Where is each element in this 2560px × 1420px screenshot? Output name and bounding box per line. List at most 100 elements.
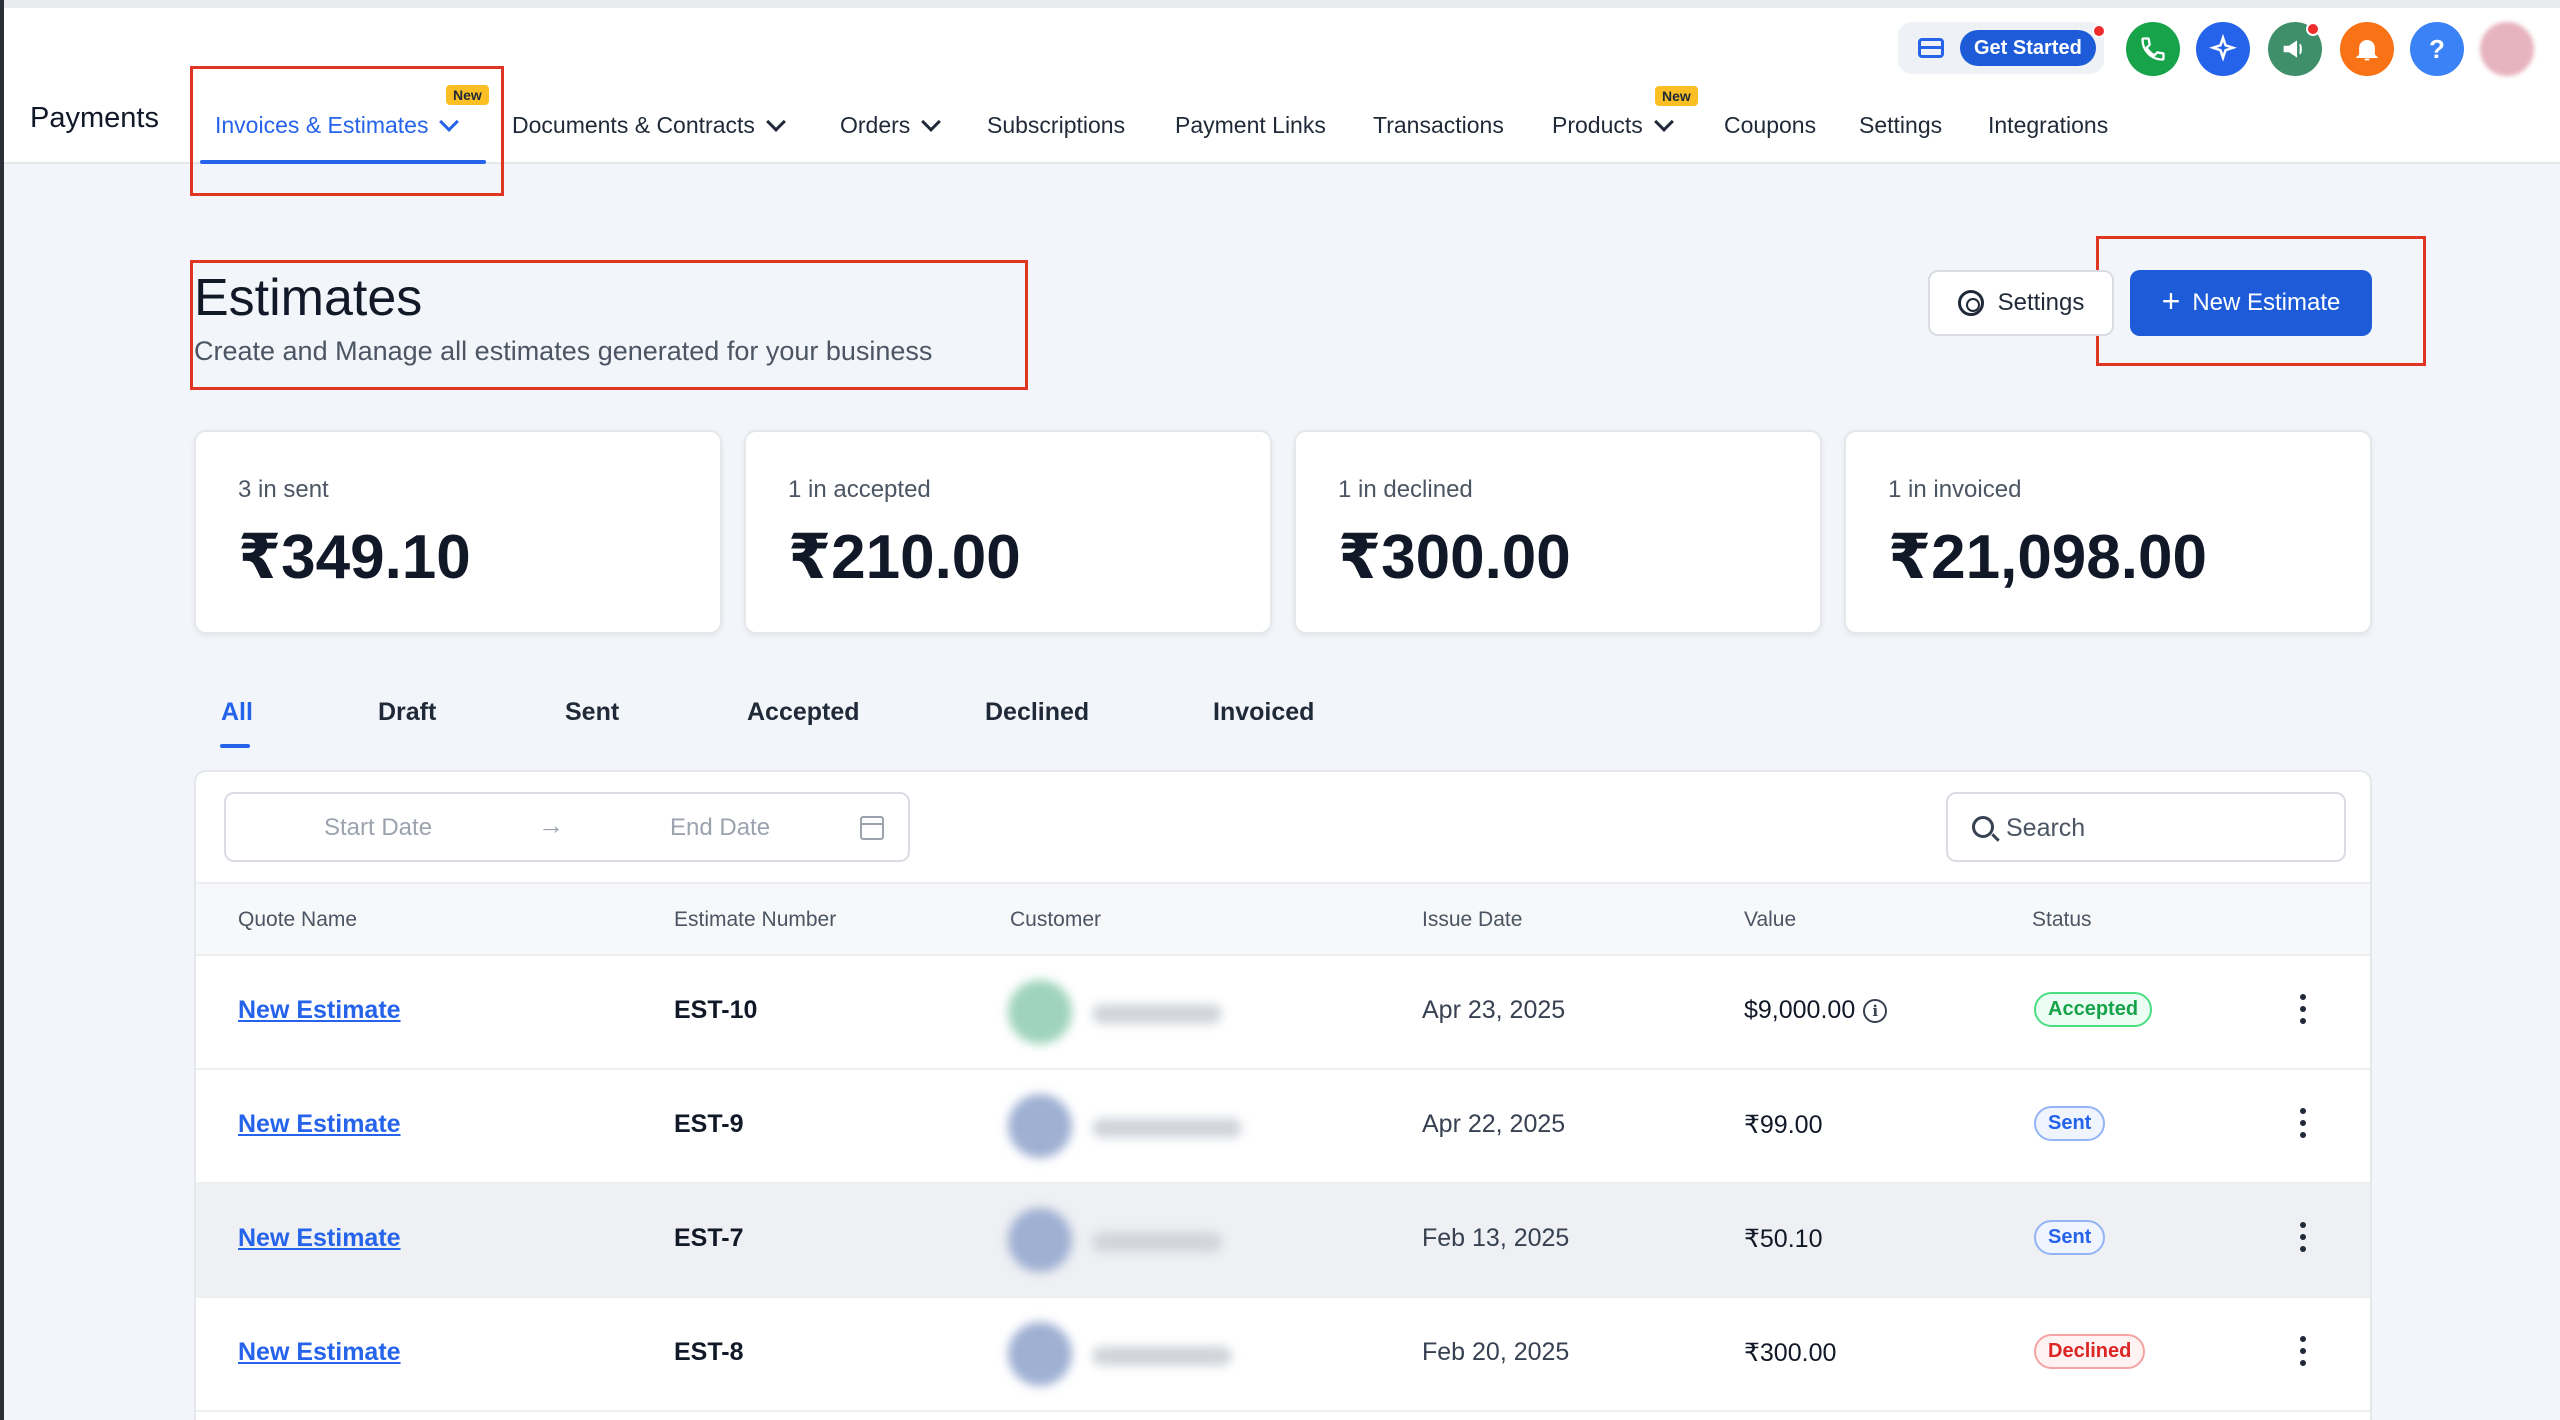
tab-declined[interactable]: Declined <box>985 698 1089 727</box>
settings-label: Settings <box>1997 289 2085 316</box>
quote-name-link[interactable]: New Estimate <box>238 1338 401 1367</box>
column-header[interactable]: Estimate Number <box>674 908 836 932</box>
phone-icon <box>2141 37 2165 61</box>
nav-payment-links[interactable]: Payment Links <box>1175 112 1326 139</box>
quote-name-link[interactable]: New Estimate <box>238 996 401 1025</box>
page-subtitle: Create and Manage all estimates generate… <box>194 336 933 366</box>
nav-products[interactable]: Products <box>1552 111 1674 139</box>
tab-sent[interactable]: Sent <box>565 698 619 727</box>
stat-label: 1 in invoiced <box>1888 476 2022 503</box>
info-icon[interactable]: i <box>1863 998 1888 1023</box>
highlight-nav-invoices <box>190 66 504 196</box>
date-range-picker[interactable]: Start Date → End Date <box>224 792 910 862</box>
sparkle-icon <box>2209 34 2237 62</box>
tab-invoiced[interactable]: Invoiced <box>1213 698 1314 727</box>
column-header[interactable]: Customer <box>1010 908 1101 932</box>
get-started-widget[interactable]: Get Started <box>1898 22 2106 74</box>
stat-card-accepted: 1 in accepted ₹210.00 <box>744 430 1272 634</box>
status-badge: Sent <box>2034 1220 2106 1255</box>
app-title: Payments <box>30 102 159 134</box>
megaphone-icon <box>2283 40 2302 58</box>
nav-label: Subscriptions <box>987 112 1126 138</box>
nav-label: Integrations <box>1988 112 2109 138</box>
nav-label: Transactions <box>1373 112 1504 138</box>
estimate-value: ₹99.00 <box>1744 1111 1823 1139</box>
phone-button[interactable] <box>2126 22 2180 76</box>
quote-name-link[interactable]: New Estimate <box>238 1224 401 1253</box>
tab-all[interactable]: All <box>221 698 253 727</box>
nav-coupons[interactable]: Coupons <box>1724 112 1816 139</box>
stat-card-invoiced: 1 in invoiced ₹21,098.00 <box>1844 430 2372 634</box>
get-started-button[interactable]: Get Started <box>1960 30 2096 66</box>
nav-label: Coupons <box>1724 112 1817 138</box>
start-date-input[interactable]: Start Date <box>324 814 432 842</box>
column-header[interactable]: Value <box>1744 908 1796 932</box>
issue-date: Apr 23, 2025 <box>1422 996 1566 1024</box>
customer-name-redacted <box>1092 1118 1242 1138</box>
table-row[interactable]: New Estimate EST-9 Apr 22, 2025 ₹99.00 S… <box>196 1070 2370 1184</box>
more-vertical-icon[interactable] <box>2300 1222 2306 1252</box>
stat-label: 1 in declined <box>1338 476 1473 503</box>
bell-icon <box>2355 39 2379 61</box>
window-left-edge <box>0 0 4 1420</box>
tab-accepted[interactable]: Accepted <box>747 698 860 727</box>
calendar-icon[interactable] <box>860 816 884 840</box>
tab-draft[interactable]: Draft <box>378 698 436 727</box>
active-tab-indicator <box>220 744 250 748</box>
customer-avatar <box>1008 980 1072 1044</box>
more-vertical-icon[interactable] <box>2300 994 2306 1024</box>
nav-settings[interactable]: Settings <box>1859 112 1942 139</box>
stat-value: ₹349.10 <box>238 523 471 592</box>
notifications-button[interactable] <box>2340 22 2394 76</box>
chevron-down-icon <box>1653 111 1674 132</box>
help-button[interactable]: ? <box>2410 22 2464 76</box>
notification-dot <box>2306 22 2320 36</box>
chevron-down-icon <box>921 111 942 132</box>
new-estimate-label: New Estimate <box>2192 289 2341 316</box>
nav-subscriptions[interactable]: Subscriptions <box>987 112 1125 139</box>
stat-label: 3 in sent <box>238 476 329 503</box>
customer-avatar <box>1008 1322 1072 1386</box>
card-icon <box>1918 38 1944 58</box>
column-header[interactable]: Status <box>2032 908 2092 932</box>
new-estimate-button[interactable]: + New Estimate <box>2130 270 2372 336</box>
table-row[interactable]: New Estimate EST-8 Feb 20, 2025 ₹300.00 … <box>196 1298 2370 1412</box>
issue-date: Feb 20, 2025 <box>1422 1338 1570 1366</box>
stat-label: 1 in accepted <box>788 476 931 503</box>
plus-icon: + <box>2161 282 2181 319</box>
user-avatar[interactable] <box>2480 22 2534 76</box>
table-row[interactable]: New Estimate EST-10 Apr 23, 2025 $9,000.… <box>196 956 2370 1070</box>
chevron-down-icon <box>765 111 786 132</box>
table-row[interactable]: New Estimate EST-7 Feb 13, 2025 ₹50.10 S… <box>196 1184 2370 1298</box>
nav-transactions[interactable]: Transactions <box>1373 112 1504 139</box>
nav-label: Settings <box>1859 112 1943 138</box>
settings-button[interactable]: Settings <box>1928 270 2114 336</box>
nav-label: Products <box>1552 112 1643 138</box>
nav-label: Orders <box>840 112 911 138</box>
column-header[interactable]: Quote Name <box>238 908 357 932</box>
nav-orders[interactable]: Orders <box>840 111 942 139</box>
estimate-number: EST-9 <box>674 1110 744 1138</box>
nav-integrations[interactable]: Integrations <box>1988 112 2108 139</box>
estimates-table-panel: Start Date → End Date Search Quote Name … <box>194 770 2372 1420</box>
nav-documents-contracts[interactable]: Documents & Contracts <box>512 111 786 139</box>
help-icon: ? <box>2429 33 2445 64</box>
end-date-input[interactable]: End Date <box>670 814 770 842</box>
customer-name-redacted <box>1092 1004 1222 1024</box>
quote-name-link[interactable]: New Estimate <box>238 1110 401 1139</box>
window-top-edge <box>0 0 2560 8</box>
ai-assistant-button[interactable] <box>2196 22 2250 76</box>
column-header[interactable]: Issue Date <box>1422 908 1522 932</box>
estimate-value: $9,000.00 i <box>1744 996 1888 1025</box>
nav-label: Documents & Contracts <box>512 112 755 138</box>
more-vertical-icon[interactable] <box>2300 1108 2306 1138</box>
customer-avatar <box>1008 1208 1072 1272</box>
search-input[interactable]: Search <box>1946 792 2346 862</box>
page-title: Estimates <box>194 269 423 327</box>
notification-dot <box>2092 24 2106 38</box>
estimate-number: EST-10 <box>674 996 758 1024</box>
more-vertical-icon[interactable] <box>2300 1336 2306 1366</box>
customer-name-redacted <box>1092 1346 1232 1366</box>
customer-name-redacted <box>1092 1232 1222 1252</box>
gear-icon <box>1957 290 1984 316</box>
